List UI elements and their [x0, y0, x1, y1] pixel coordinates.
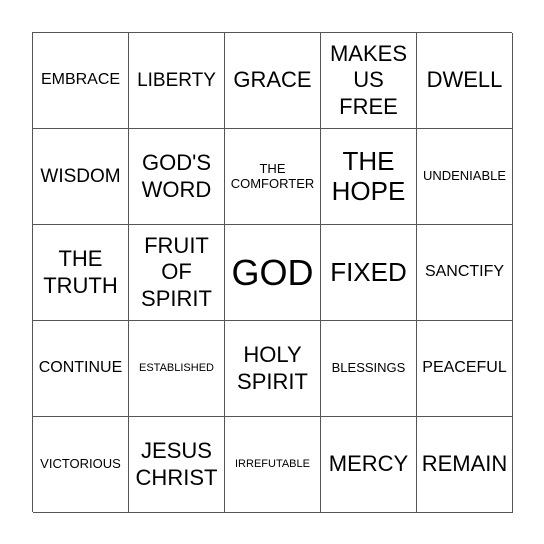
bingo-cell[interactable]: IRREFUTABLE — [225, 417, 321, 513]
bingo-cell[interactable]: DWELL — [417, 33, 513, 129]
bingo-cell[interactable]: JESUS CHRIST — [129, 417, 225, 513]
bingo-cell[interactable]: CONTINUE — [33, 321, 129, 417]
bingo-cell[interactable]: BLESSINGS — [321, 321, 417, 417]
bingo-cell[interactable]: UNDENIABLE — [417, 129, 513, 225]
bingo-cell[interactable]: LIBERTY — [129, 33, 225, 129]
bingo-cell[interactable]: WISDOM — [33, 129, 129, 225]
bingo-cell[interactable]: THE COMFORTER — [225, 129, 321, 225]
bingo-cell[interactable]: PEACEFUL — [417, 321, 513, 417]
bingo-free-cell[interactable]: GOD — [225, 225, 321, 321]
bingo-cell[interactable]: GRACE — [225, 33, 321, 129]
bingo-cell[interactable]: HOLY SPIRIT — [225, 321, 321, 417]
bingo-cell[interactable]: VICTORIOUS — [33, 417, 129, 513]
bingo-cell[interactable]: GOD'S WORD — [129, 129, 225, 225]
bingo-cell[interactable]: THE TRUTH — [33, 225, 129, 321]
bingo-card: EMBRACE LIBERTY GRACE MAKES US FREE DWEL… — [32, 32, 513, 513]
bingo-cell[interactable]: THE HOPE — [321, 129, 417, 225]
bingo-cell[interactable]: EMBRACE — [33, 33, 129, 129]
bingo-cell[interactable]: REMAIN — [417, 417, 513, 513]
bingo-cell[interactable]: SANCTIFY — [417, 225, 513, 321]
bingo-cell[interactable]: MAKES US FREE — [321, 33, 417, 129]
bingo-cell[interactable]: FIXED — [321, 225, 417, 321]
bingo-cell[interactable]: FRUIT OF SPIRIT — [129, 225, 225, 321]
bingo-cell[interactable]: ESTABLISHED — [129, 321, 225, 417]
bingo-cell[interactable]: MERCY — [321, 417, 417, 513]
